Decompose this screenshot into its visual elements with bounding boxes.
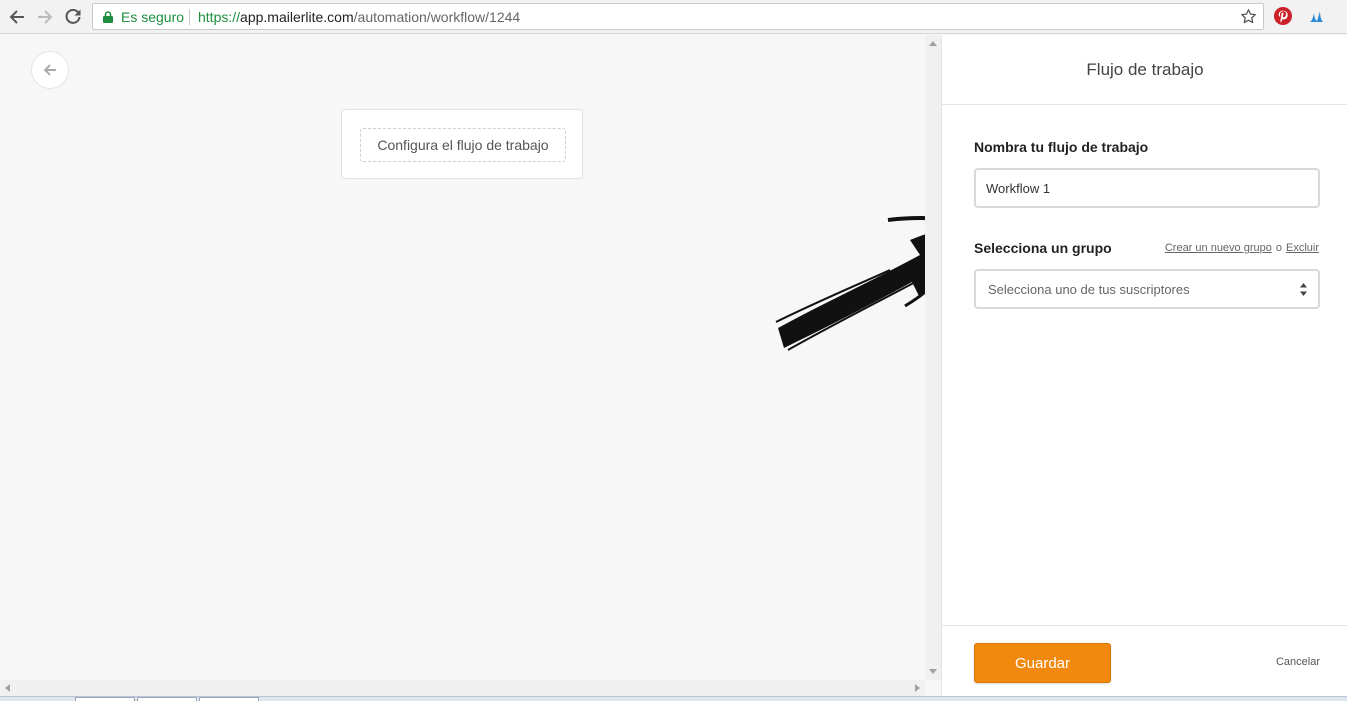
panel-title: Flujo de trabajo <box>942 35 1347 105</box>
panel-footer: Guardar Cancelar <box>942 625 1347 701</box>
taskbar-item[interactable] <box>199 697 259 701</box>
browser-reload-button[interactable] <box>62 6 84 28</box>
workflow-name-input[interactable] <box>974 168 1320 208</box>
pinterest-icon[interactable] <box>1274 7 1292 25</box>
url-host: app.mailerlite.com <box>240 9 354 25</box>
chevron-updown-icon <box>1300 283 1307 296</box>
os-taskbar <box>0 696 1347 701</box>
star-icon[interactable] <box>1240 8 1257 25</box>
browser-toolbar: Es seguro https://app.mailerlite.com/aut… <box>0 0 1347 34</box>
url-text: https://app.mailerlite.com/automation/wo… <box>198 9 520 25</box>
extension-icon[interactable] <box>1307 7 1325 25</box>
taskbar-item[interactable] <box>75 697 135 701</box>
workflow-start-node[interactable]: Configura el flujo de trabajo <box>341 109 583 179</box>
secure-label: Es seguro <box>121 9 185 25</box>
configure-workflow-button[interactable]: Configura el flujo de trabajo <box>360 128 566 162</box>
back-arrow-icon <box>9 10 24 24</box>
workflow-name-label: Nombra tu flujo de trabajo <box>974 139 1149 155</box>
circle-back-icon <box>43 64 56 76</box>
or-text: o <box>1275 242 1282 254</box>
taskbar-item[interactable] <box>137 697 197 701</box>
group-select[interactable]: Selecciona uno de tus suscriptores <box>974 269 1320 309</box>
workflow-canvas[interactable]: Configura el flujo de trabajo <box>0 35 925 680</box>
browser-back-button[interactable] <box>6 6 28 28</box>
cancel-button[interactable]: Cancelar <box>1276 656 1320 668</box>
scroll-left-arrow[interactable] <box>5 684 10 692</box>
vertical-scrollbar[interactable] <box>925 35 941 680</box>
url-path: /automation/workflow/1244 <box>353 9 521 25</box>
canvas-back-button[interactable] <box>31 51 69 89</box>
save-button[interactable]: Guardar <box>974 643 1111 683</box>
group-links: Crear un nuevo grupo o Excluir <box>1165 242 1319 254</box>
omnibox-separator <box>189 9 190 25</box>
browser-forward-button[interactable] <box>34 6 56 28</box>
scroll-up-arrow[interactable] <box>929 41 937 46</box>
url-scheme: https:// <box>198 9 241 25</box>
reload-icon <box>65 9 81 24</box>
scroll-right-arrow[interactable] <box>915 684 920 692</box>
forward-arrow-icon <box>38 10 53 24</box>
group-select-label: Selecciona un grupo <box>974 240 1112 256</box>
lock-icon <box>103 11 113 23</box>
address-bar[interactable]: Es seguro https://app.mailerlite.com/aut… <box>92 3 1264 30</box>
create-group-link[interactable]: Crear un nuevo grupo <box>1165 242 1272 254</box>
scroll-down-arrow[interactable] <box>929 669 937 674</box>
group-select-placeholder: Selecciona uno de tus suscriptores <box>988 281 1190 297</box>
workflow-settings-panel: Flujo de trabajo Nombra tu flujo de trab… <box>941 35 1347 701</box>
horizontal-scrollbar[interactable] <box>0 680 925 696</box>
exclude-link[interactable]: Excluir <box>1286 242 1319 254</box>
